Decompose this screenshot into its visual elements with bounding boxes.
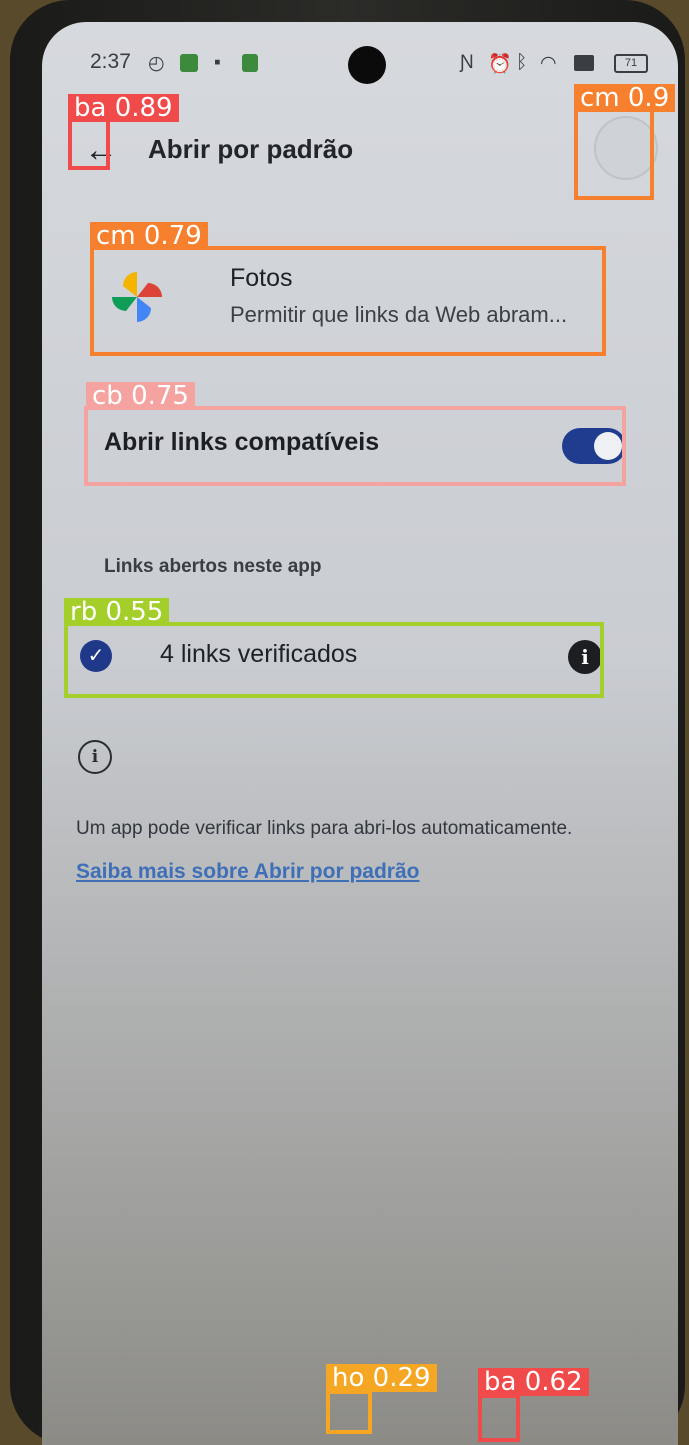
info-outline-icon: i [78, 740, 112, 774]
detection-box-home [326, 1390, 372, 1434]
battery-icon: 71 [614, 54, 648, 73]
bluetooth-icon: ᛒ [516, 52, 528, 73]
detection-box-avatar [574, 108, 654, 200]
signal-off-icon [574, 55, 594, 71]
lock-icon: ▪ [214, 52, 221, 73]
detection-box-appcard [90, 246, 606, 356]
detection-box-verified [64, 622, 604, 698]
learn-more-link[interactable]: Saiba mais sobre Abrir por padrão [76, 860, 420, 884]
app-notification-icon [180, 54, 198, 72]
detection-tag-back: ba 0.89 [68, 94, 179, 122]
detection-tag-navback: ba 0.62 [478, 1368, 589, 1396]
footer-description: Um app pode verificar links para abri-lo… [76, 818, 573, 839]
section-heading: Links abertos neste app [104, 556, 322, 577]
speedometer-icon: ◴ [148, 53, 165, 74]
detection-tag-home: ho 0.29 [326, 1364, 437, 1392]
wifi-icon: ◠ [540, 53, 557, 74]
detection-tag-appcard: cm 0.79 [90, 222, 208, 250]
front-camera [348, 46, 386, 84]
status-time: 2:37 [90, 50, 131, 73]
page-title: Abrir por padrão [148, 134, 354, 164]
detection-box-navback [478, 1394, 520, 1442]
detection-box-back [68, 118, 110, 170]
detection-tag-avatar: cm 0.9 [574, 84, 676, 112]
detection-box-toggle [84, 406, 626, 486]
phone-frame: 2:37 ◴ ▪ Ɲ ⏰ ᛒ ◠ 71 ← Abrir por padrão F… [10, 0, 685, 1445]
app-notification-icon-2 [242, 54, 258, 72]
nfc-icon: Ɲ [460, 52, 474, 73]
alarm-icon: ⏰ [488, 54, 512, 75]
detection-tag-toggle: cb 0.75 [86, 382, 195, 410]
detection-tag-verified: rb 0.55 [64, 598, 170, 626]
